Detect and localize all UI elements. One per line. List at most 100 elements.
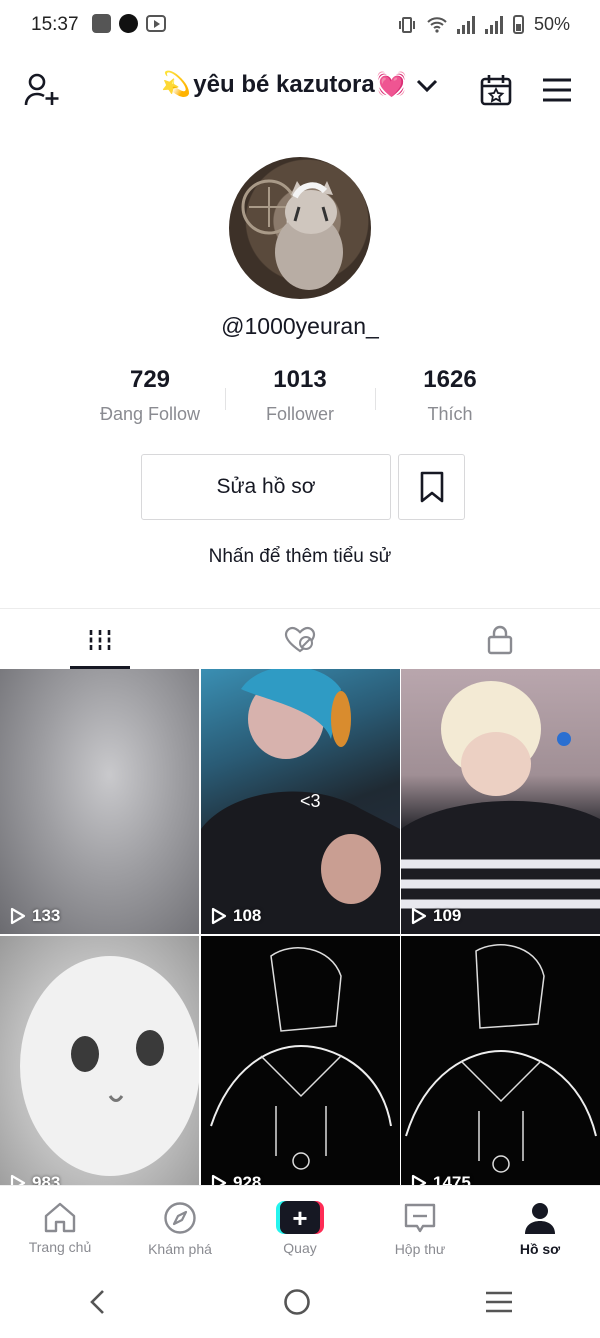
video-tile[interactable]: 983	[0, 936, 199, 1185]
video-thumbnail	[20, 956, 199, 1176]
nav-create-label: Quay	[283, 1240, 317, 1256]
wifi-icon	[427, 16, 447, 33]
liked-hidden-icon	[284, 626, 316, 652]
create-button: +	[276, 1201, 324, 1234]
nav-profile[interactable]: Hồ sơ	[480, 1186, 600, 1271]
back-icon	[90, 1289, 104, 1314]
view-count-value: 928	[233, 1173, 262, 1185]
video-grid: 133 <3 108 109 983 928 1475	[0, 669, 600, 1185]
system-home-button[interactable]	[282, 1287, 312, 1322]
profile-header: 💫 yêu bé kazutora 💓	[0, 60, 600, 120]
system-back-button[interactable]	[86, 1288, 110, 1321]
inbox-icon	[404, 1203, 436, 1233]
edit-profile-button[interactable]: Sửa hồ sơ	[141, 454, 391, 520]
followers-count: 1013	[273, 366, 327, 393]
video-thumbnail	[401, 681, 600, 934]
avatar-image	[241, 179, 343, 290]
plus-icon: +	[280, 1201, 320, 1234]
nav-inbox-label: Hộp thư	[394, 1241, 446, 1257]
content-tabs	[0, 608, 600, 670]
video-thumbnail	[405, 944, 597, 1173]
following-stat[interactable]: 729 Đang Follow	[75, 366, 225, 430]
lock-icon	[487, 625, 513, 654]
likes-stat[interactable]: 1626 Thích	[375, 366, 525, 430]
video-tile[interactable]: 133	[0, 669, 199, 934]
nav-profile-label: Hồ sơ	[519, 1241, 561, 1257]
view-count-value: 108	[233, 906, 262, 925]
chevron-down-icon	[416, 79, 437, 92]
avatar[interactable]	[229, 157, 371, 299]
view-count-value: 1475	[433, 1173, 471, 1185]
bottom-navigation: Trang chủ Khám phá + Quay Hộp thư Hồ sơ	[0, 1185, 600, 1271]
view-count: 108	[211, 906, 261, 926]
compass-icon	[164, 1202, 196, 1234]
play-icon	[10, 1174, 26, 1185]
view-count-value: 133	[32, 906, 61, 925]
view-count: 109	[411, 906, 461, 926]
calendar-star-icon	[480, 75, 512, 106]
signal-icon	[456, 15, 475, 34]
tab-private[interactable]	[400, 609, 600, 670]
circle-home-icon	[284, 1288, 310, 1315]
play-icon	[411, 907, 427, 925]
nav-create[interactable]: + Quay	[240, 1186, 360, 1271]
play-icon	[411, 1174, 427, 1185]
play-icon	[211, 1174, 227, 1185]
nav-home[interactable]: Trang chủ	[0, 1186, 120, 1271]
youtube-notification-icon	[146, 15, 166, 32]
video-tile[interactable]: 928	[201, 936, 400, 1185]
view-count-value: 983	[32, 1173, 61, 1185]
grid-icon	[89, 629, 111, 650]
status-bar: 15:37 50%	[0, 0, 600, 50]
nav-home-label: Trang chủ	[28, 1239, 92, 1255]
bookmark-icon	[420, 471, 443, 503]
profile-icon	[525, 1203, 555, 1234]
followers-stat[interactable]: 1013 Follower	[225, 366, 375, 430]
battery-level: 50%	[533, 14, 570, 34]
view-count-value: 109	[433, 906, 462, 925]
nav-discover[interactable]: Khám phá	[120, 1186, 240, 1271]
notification-icons	[92, 14, 166, 33]
view-count: 928	[211, 1173, 261, 1185]
view-count: 133	[10, 906, 60, 926]
recents-icon	[486, 1291, 512, 1312]
video-caption: <3	[300, 791, 321, 811]
account-name: yêu bé kazutora	[193, 70, 375, 98]
gallery-notification-icon	[92, 14, 111, 33]
username: @1000yeuran_	[221, 313, 379, 339]
likes-count: 1626	[423, 366, 477, 393]
system-icons: 50%	[397, 14, 570, 35]
system-recents-button[interactable]	[484, 1289, 514, 1320]
nav-inbox[interactable]: Hộp thư	[360, 1186, 480, 1271]
video-thumbnail: <3	[201, 669, 400, 934]
nav-discover-label: Khám phá	[148, 1241, 212, 1257]
view-count: 1475	[411, 1173, 471, 1185]
signal-icon-2	[484, 15, 503, 34]
video-tile[interactable]: 109	[401, 669, 600, 934]
app-notification-icon	[119, 14, 138, 33]
video-tile[interactable]: 1475	[401, 936, 600, 1185]
hamburger-icon	[543, 78, 571, 102]
status-time: 15:37	[31, 14, 79, 35]
menu-button[interactable]	[535, 68, 579, 112]
video-tile[interactable]: <3 108	[201, 669, 400, 934]
play-icon	[10, 907, 26, 925]
vibrate-icon	[398, 16, 415, 33]
calendar-button[interactable]	[474, 68, 518, 112]
view-count: 983	[10, 1173, 60, 1185]
video-thumbnail	[210, 947, 392, 1170]
favorites-button[interactable]	[398, 454, 465, 520]
battery-icon	[512, 15, 524, 34]
likes-label: Thích	[427, 404, 473, 424]
play-icon	[211, 907, 227, 925]
sparkle-emoji: 💫	[161, 71, 192, 98]
system-navigation	[0, 1270, 600, 1338]
tab-videos[interactable]	[0, 609, 200, 670]
following-count: 729	[129, 366, 171, 393]
followers-label: Follower	[265, 404, 335, 424]
tab-liked[interactable]	[200, 609, 400, 670]
heart-emoji: 💓	[376, 71, 407, 98]
following-label: Đang Follow	[99, 404, 201, 424]
home-icon	[44, 1202, 76, 1233]
add-bio-prompt[interactable]: Nhấn để thêm tiểu sử	[0, 546, 600, 568]
